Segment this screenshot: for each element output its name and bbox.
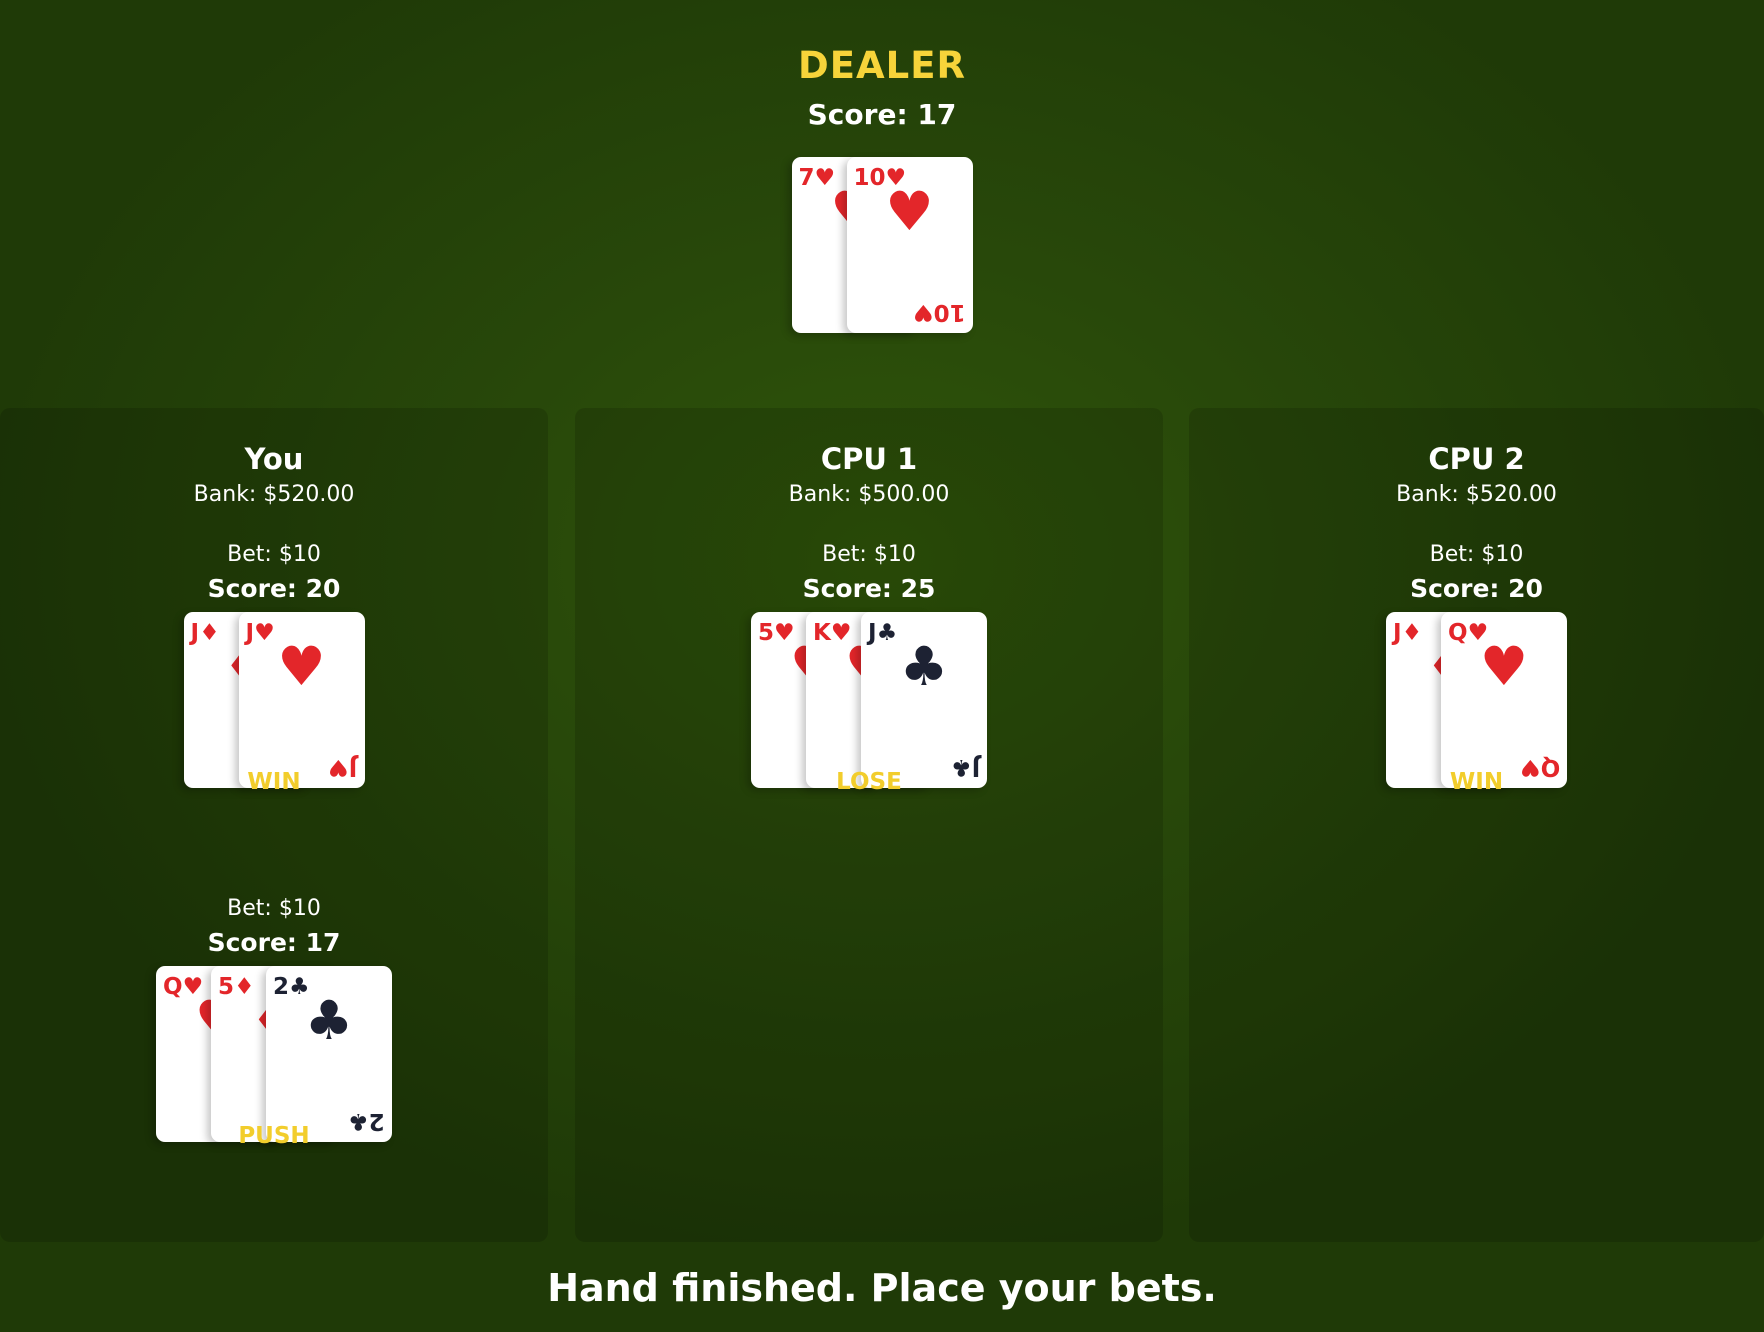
hand-score: Score: 20	[1410, 574, 1543, 603]
player-bank: Bank: $500.00	[788, 482, 950, 507]
hand-result-badge: LOSE	[836, 769, 902, 795]
card-rank: 2	[273, 974, 290, 1000]
hand-cards: Q♥♥Q♥5♦♦5♦2♣♣2♣	[156, 966, 392, 1144]
card-rank: 5	[218, 974, 235, 1000]
playing-card: J♣ ♣ J♣	[861, 612, 987, 788]
dealer-title: DEALER	[798, 44, 966, 87]
card-rank: K	[813, 620, 831, 646]
hand-result-badge: WIN	[247, 769, 301, 795]
player-panel-cpu1: CPU 1 Bank: $500.00 Bet: $10Score: 255♥♥…	[575, 408, 1163, 1242]
card-rank: 7	[798, 165, 815, 191]
playing-card: 10♥ ♥ 10♥	[846, 157, 973, 333]
dealer-cards: 7♥♥7♥10♥♥10♥	[791, 157, 973, 335]
player-hand: Bet: $10Score: 17Q♥♥Q♥5♦♦5♦2♣♣2♣PUSH	[0, 896, 548, 1226]
card-rank: 5	[758, 620, 775, 646]
club-icon: ♣	[899, 635, 949, 698]
hand-result-badge: WIN	[1449, 769, 1504, 795]
heart-icon: ♥	[912, 299, 934, 325]
hand-score: Score: 25	[802, 574, 936, 603]
dealer-score: Score: 17	[807, 98, 957, 131]
player-hand: Bet: $10Score: 20J♦♦J♦J♥♥J♥WIN	[0, 542, 548, 872]
playing-card: Q♥♥Q♥	[1441, 612, 1567, 788]
card-rank: Q	[1448, 620, 1468, 646]
player-name: CPU 1	[820, 442, 918, 476]
heart-icon: ♥	[885, 180, 934, 243]
hand-cards: J♦♦J♦J♥♥J♥	[183, 612, 365, 790]
player-panel-you: You Bank: $520.00 Bet: $10Score: 20J♦♦J♦…	[0, 408, 548, 1242]
playing-card: J♥ ♥ J♥	[238, 612, 365, 788]
dealer-area: DEALER Score: 17 7♥♥7♥10♥♥10♥	[0, 0, 1764, 400]
card-rank: 10	[933, 299, 966, 325]
card-rank: Q	[163, 974, 183, 1000]
hand-bet: Bet: $10	[822, 542, 916, 567]
hand-bet: Bet: $10	[227, 896, 321, 921]
hand-bet: Bet: $10	[1429, 542, 1524, 567]
hand-cards: J♦♦J♦Q♥♥Q♥	[1386, 612, 1567, 790]
heart-icon: ♥	[1479, 635, 1529, 698]
player-bank: Bank: $520.00	[1396, 482, 1557, 507]
hand-score: Score: 17	[207, 928, 341, 957]
hand-bet: Bet: $10	[227, 542, 321, 567]
club-icon: ♣	[304, 989, 354, 1052]
player-hand: Bet: $10Score: 20J♦♦J♦Q♥♥Q♥WIN	[1189, 542, 1764, 872]
hand-cards: 5♥♥5♥K♥♥K♥J♣♣J♣	[751, 612, 987, 790]
hand-score: Score: 20	[207, 574, 341, 603]
card-rank: J	[1393, 620, 1402, 646]
player-panel-cpu2: CPU 2 Bank: $520.00 Bet: $10Score: 20J♦♦…	[1189, 408, 1764, 1242]
player-name: CPU 2	[1428, 442, 1525, 476]
card-rank: J	[868, 620, 877, 646]
card-corner-bottom: 10♥	[912, 299, 966, 325]
player-bank: Bank: $520.00	[193, 482, 355, 507]
status-message: Hand finished. Place your bets.	[547, 1266, 1217, 1310]
card-rank: J	[190, 620, 200, 646]
hand-result-badge: PUSH	[238, 1123, 310, 1149]
player-name: You	[244, 442, 304, 476]
player-hand: Bet: $10Score: 255♥♥5♥K♥♥K♥J♣♣J♣LOSE	[575, 542, 1163, 872]
playing-card: 2♣ ♣ 2♣	[266, 966, 392, 1142]
heart-icon: ♥	[277, 635, 326, 698]
card-rank: J	[245, 620, 255, 646]
